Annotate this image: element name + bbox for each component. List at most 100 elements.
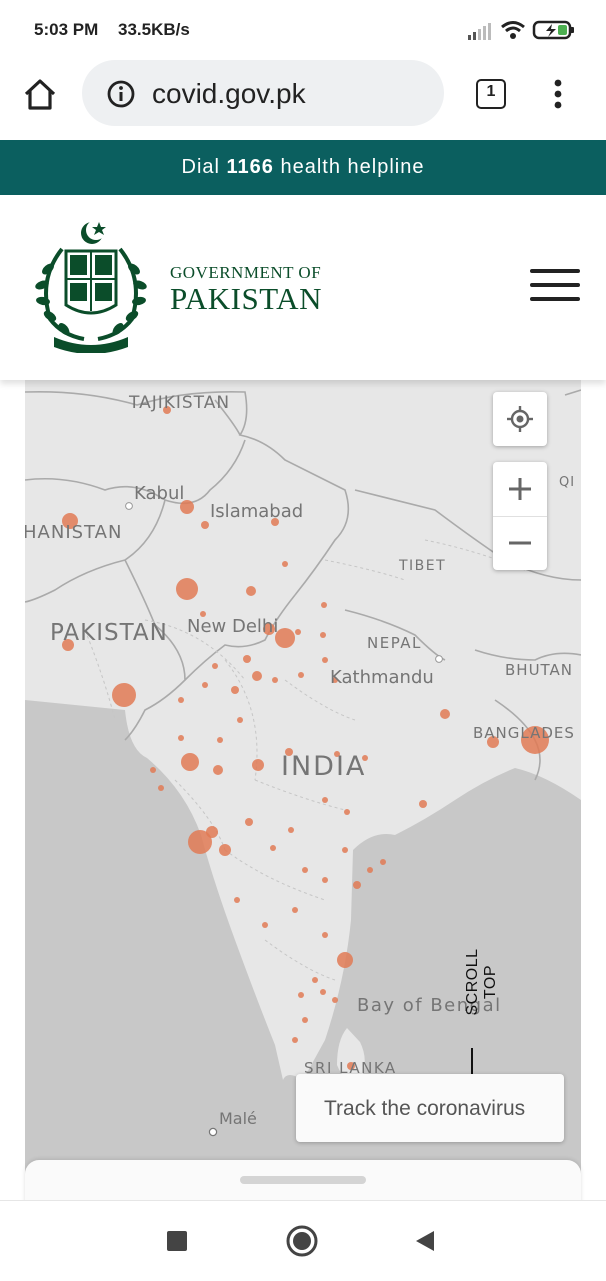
case-marker[interactable] — [353, 881, 361, 889]
case-marker[interactable] — [176, 578, 198, 600]
case-marker[interactable] — [181, 753, 199, 771]
state-emblem-logo[interactable] — [32, 219, 150, 353]
map-label-new-delhi: New Delhi — [187, 616, 278, 637]
case-marker[interactable] — [298, 992, 304, 998]
plus-icon — [509, 478, 531, 500]
case-marker[interactable] — [202, 682, 208, 688]
case-marker[interactable] — [234, 897, 240, 903]
case-marker[interactable] — [112, 683, 136, 707]
case-marker[interactable] — [262, 922, 268, 928]
hamburger-menu-icon[interactable] — [530, 269, 582, 305]
case-marker[interactable] — [380, 859, 386, 865]
wifi-icon — [501, 21, 525, 39]
case-marker[interactable] — [367, 867, 373, 873]
case-marker[interactable] — [292, 1037, 298, 1043]
more-options-icon[interactable] — [548, 78, 568, 110]
case-marker[interactable] — [440, 709, 450, 719]
helpline-banner[interactable]: Dial 1166 health helpline — [0, 140, 606, 195]
case-marker[interactable] — [158, 785, 164, 791]
home-icon[interactable] — [22, 77, 58, 111]
recents-icon[interactable] — [166, 1230, 188, 1252]
case-marker[interactable] — [252, 759, 264, 771]
zoom-out-button[interactable] — [493, 516, 547, 570]
system-navigation-bar — [0, 1200, 606, 1281]
tab-count: 1 — [486, 83, 496, 100]
zoom-control — [493, 462, 547, 570]
map-label-afghanistan: HANISTAN — [25, 522, 122, 543]
case-marker[interactable] — [322, 657, 328, 663]
crosshair-icon — [507, 406, 533, 432]
track-coronavirus-label: Track the coronavirus — [324, 1097, 526, 1120]
case-marker[interactable] — [312, 977, 318, 983]
case-marker[interactable] — [270, 845, 276, 851]
helpline-prefix: Dial — [181, 156, 220, 178]
case-marker[interactable] — [178, 697, 184, 703]
case-marker[interactable] — [217, 737, 223, 743]
map-label-tajikistan: TAJIKISTAN — [128, 393, 230, 413]
case-marker[interactable] — [342, 847, 348, 853]
case-marker[interactable] — [212, 663, 218, 669]
site-title-line2: PAKISTAN — [170, 281, 322, 316]
map-label-bangladesh: BANGLADES — [473, 724, 575, 742]
case-marker[interactable] — [295, 629, 301, 635]
locate-me-button[interactable] — [493, 392, 547, 446]
zoom-in-button[interactable] — [493, 462, 547, 517]
map-label-tibet: TIBET — [398, 558, 446, 574]
map-label-qi: QI — [559, 475, 575, 490]
case-marker[interactable] — [206, 826, 218, 838]
case-marker[interactable] — [237, 717, 243, 723]
case-marker[interactable] — [282, 561, 288, 567]
url-text[interactable]: covid.gov.pk — [152, 78, 306, 110]
map-label-islamabad: Islamabad — [210, 501, 303, 522]
case-marker[interactable] — [320, 632, 326, 638]
case-marker[interactable] — [322, 797, 328, 803]
case-marker[interactable] — [213, 765, 223, 775]
case-marker[interactable] — [201, 521, 209, 529]
address-bar[interactable]: covid.gov.pk — [82, 60, 444, 126]
case-marker[interactable] — [178, 735, 184, 741]
signal-icon — [468, 23, 491, 40]
map-label-pakistan: PAKISTAN — [50, 620, 168, 646]
case-marker[interactable] — [219, 844, 231, 856]
helpline-number[interactable]: 1166 — [227, 156, 274, 178]
network-speed: 33.5KB/s — [118, 20, 190, 39]
scroll-top-button[interactable]: SCROLL TOP — [464, 942, 499, 1022]
track-coronavirus-card[interactable]: Track the coronavirus — [296, 1074, 564, 1142]
tabs-button[interactable]: 1 — [476, 79, 506, 109]
case-marker[interactable] — [292, 907, 298, 913]
map-label-kathmandu: Kathmandu — [330, 667, 434, 688]
case-marker[interactable] — [337, 952, 353, 968]
map-label-bhutan: BHUTAN — [505, 661, 573, 679]
case-marker[interactable] — [419, 800, 427, 808]
case-marker[interactable] — [252, 671, 262, 681]
case-marker[interactable] — [298, 672, 304, 678]
site-title-line1: GOVERNMENT OF — [170, 263, 322, 282]
home-nav-icon[interactable] — [286, 1225, 318, 1257]
case-marker[interactable] — [322, 877, 328, 883]
case-marker[interactable] — [344, 809, 350, 815]
case-marker[interactable] — [272, 677, 278, 683]
case-marker[interactable] — [288, 827, 294, 833]
case-marker[interactable] — [320, 989, 326, 995]
back-icon[interactable] — [414, 1229, 436, 1253]
map-label-male: Malé — [219, 1109, 257, 1128]
battery-icon — [532, 20, 574, 40]
case-marker[interactable] — [150, 767, 156, 773]
status-bar: 5:03 PM 33.5KB/s — [0, 0, 606, 58]
case-marker[interactable] — [322, 932, 328, 938]
helpline-suffix: health helpline — [280, 156, 425, 178]
site-header: GOVERNMENT OF PAKISTAN — [0, 195, 606, 380]
case-marker[interactable] — [246, 586, 256, 596]
info-icon[interactable] — [106, 79, 136, 109]
minus-icon — [509, 541, 531, 545]
case-marker[interactable] — [243, 655, 251, 663]
case-marker[interactable] — [332, 997, 338, 1003]
bottom-sheet-handle[interactable] — [240, 1176, 366, 1184]
status-time: 5:03 PM — [34, 20, 99, 39]
case-marker[interactable] — [321, 602, 327, 608]
case-marker[interactable] — [231, 686, 239, 694]
case-marker[interactable] — [245, 818, 253, 826]
map-label-nepal: NEPAL — [367, 634, 422, 652]
case-marker[interactable] — [302, 867, 308, 873]
case-marker[interactable] — [302, 1017, 308, 1023]
